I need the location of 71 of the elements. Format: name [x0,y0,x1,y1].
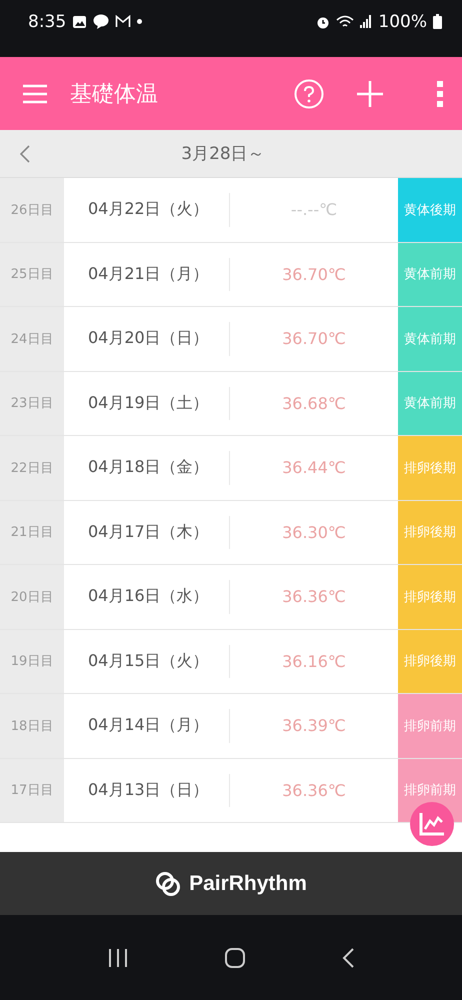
date-cell: 04月18日（金） [64,451,230,484]
alarm-icon [316,14,330,28]
period-label: 3月28日～ [180,143,266,165]
signal-icon [360,15,372,28]
plus-icon [356,80,384,108]
phase-cell: 排卵前期 [398,694,462,758]
screen-title: 基礎体温 [70,80,159,108]
temperature-cell-text: 36.44℃ [281,457,347,480]
battery-percent: 100% [378,12,427,32]
chart-button[interactable] [410,802,454,846]
date-cell: 04月22日（火） [64,193,230,226]
phase-cell: 黄体前期 [398,242,462,306]
temperature-cell-text: 36.68℃ [281,392,347,415]
temperature-cell-text: 36.70℃ [281,264,347,286]
temperature-cell-text: 36.36℃ [281,586,347,608]
dot-icon [137,19,142,24]
more-icon [436,80,444,106]
wifi-icon [336,14,354,28]
date-cell: 04月20日（日） [64,322,230,356]
phase-cell: 排卵後期 [398,630,462,693]
phase-cell: 排卵後期 [398,436,462,500]
back-button[interactable] [20,144,30,162]
back-nav-button[interactable] [342,948,354,968]
date-cell: 04月19日（土） [64,386,230,420]
menu-button[interactable] [22,84,48,104]
date-cell: 04月17日（木） [64,516,230,549]
cycle-day-cell: 23日目 [0,372,64,435]
temperature-cell-text: 36.36℃ [281,780,347,802]
date-cell: 04月16日（水） [64,580,230,614]
brand-name: PairRhythm [189,872,307,896]
phase-cell: 排卵後期 [398,565,462,628]
home-button[interactable] [224,948,245,968]
phase-cell: 黄体前期 [398,307,462,370]
temperature-cell-text: 36.70℃ [281,328,347,350]
cycle-day-cell: 24日目 [0,307,64,370]
recents-icon [108,948,128,966]
cycle-day-cell: 22日目 [0,436,64,500]
phase-cell: 黄体後期 [398,178,462,242]
temperature-cell-text: 36.16℃ [281,650,347,673]
gallery-icon [72,14,88,28]
cycle-day-cell: 25日目 [0,242,64,306]
chevron-left-icon [342,948,354,968]
date-cell: 04月21日（月） [64,258,230,291]
cycle-day-cell: 19日目 [0,630,64,693]
cycle-day-cell: 26日目 [0,178,64,242]
home-icon [224,948,245,968]
add-button[interactable] [356,80,384,108]
status-time: 8:35 [28,12,66,32]
more-button[interactable] [436,80,444,106]
help-icon [294,78,324,108]
cycle-day-cell: 21日目 [0,500,64,564]
temperature-cell-text: --.--℃ [290,199,338,222]
date-cell: 04月15日（火） [64,644,230,678]
phase-cell: 排卵後期 [398,500,462,564]
menu-icon [22,84,48,104]
date-cell: 04月14日（月） [64,709,230,742]
cycle-day-cell: 20日目 [0,565,64,628]
mail-icon [115,15,132,28]
linked-rings-icon [155,870,182,896]
temperature-cell-text: 36.30℃ [281,522,347,544]
date-cell: 04月13日（日） [64,774,230,807]
help-button[interactable] [294,78,324,108]
battery-icon [433,14,442,29]
recents-button[interactable] [108,948,128,966]
cycle-day-cell: 18日目 [0,694,64,758]
temperature-cell-text: 36.39℃ [281,715,347,738]
chat-icon [93,14,110,29]
chart-icon [419,812,445,836]
cycle-day-cell: 17日目 [0,758,64,822]
chevron-left-icon [20,144,30,162]
phase-cell: 黄体前期 [398,372,462,435]
